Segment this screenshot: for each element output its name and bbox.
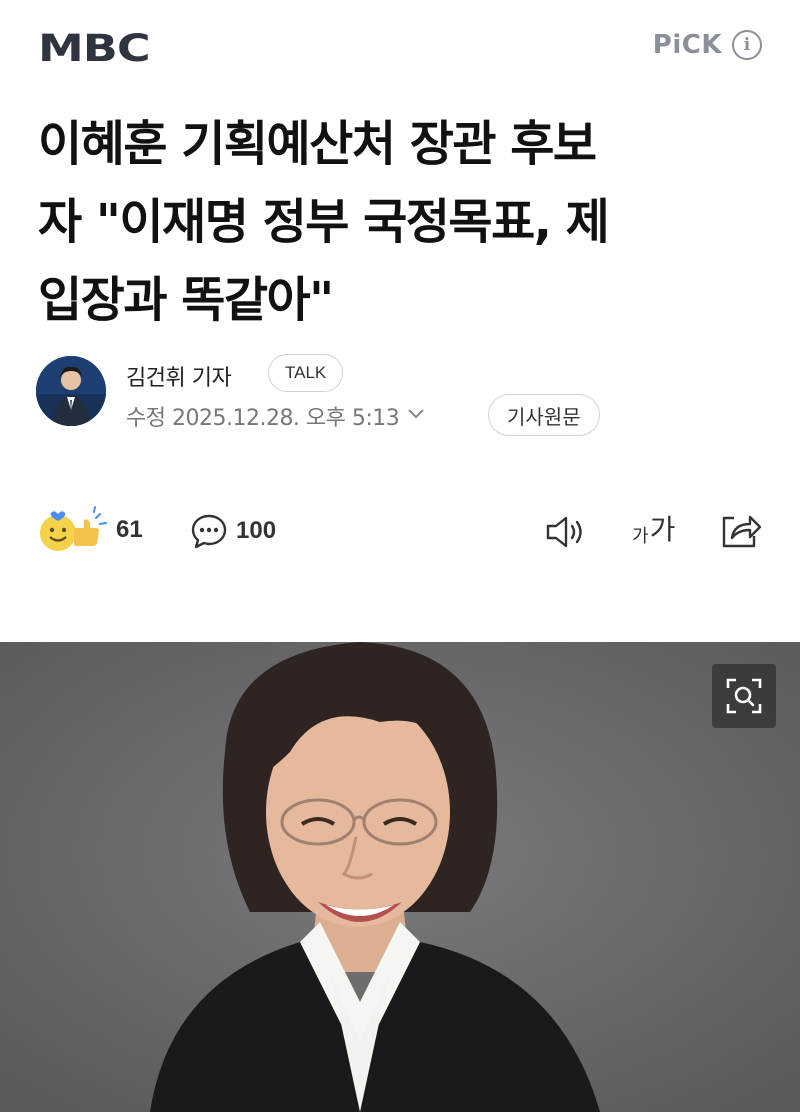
font-size-large-label: 가 (649, 513, 676, 546)
date-toggle[interactable]: 수정 2025.12.28. 오후 5:13 (126, 400, 425, 432)
reaction-icon (40, 506, 107, 551)
speaker-button[interactable] (544, 512, 588, 556)
font-size-button[interactable]: 가 가 (632, 508, 676, 548)
portrait-image (0, 642, 800, 1112)
headline-line: 자 "이재명 정부 국정목표, 제 (38, 194, 610, 250)
zoom-icon (726, 678, 762, 714)
action-bar: 61 100 가 가 (36, 506, 766, 558)
article-photo[interactable] (0, 642, 800, 1112)
pick-badge[interactable]: PiCK i (653, 30, 762, 60)
speaker-icon (546, 516, 582, 548)
font-size-small-label: 가 (632, 526, 649, 547)
share-button[interactable] (718, 508, 762, 554)
comment-icon (191, 514, 227, 549)
top-bar: MBC PiCK i (0, 0, 800, 100)
reaction-button[interactable]: 61 (36, 506, 143, 554)
byline: 김건휘 기자 TALK 수정 2025.12.28. 오후 5:13 기사원문 (36, 354, 766, 436)
original-article-button[interactable]: 기사원문 (488, 394, 600, 436)
article-date: 수정 2025.12.28. 오후 5:13 (126, 406, 400, 431)
share-icon (722, 515, 762, 548)
reporter-avatar[interactable] (36, 356, 106, 426)
comment-count: 100 (236, 517, 277, 544)
reaction-count: 61 (116, 516, 143, 543)
info-icon[interactable]: i (732, 30, 762, 60)
comment-button[interactable]: 100 (190, 512, 276, 550)
reporter-name[interactable]: 김건휘 기자 (126, 360, 232, 392)
headline-line: 이혜훈 기획예산처 장관 후보 (38, 116, 597, 172)
mbc-logo[interactable]: MBC (38, 28, 164, 67)
chevron-down-icon (407, 404, 425, 425)
headline-line: 입장과 똑같아" (38, 272, 334, 328)
zoom-button[interactable] (712, 664, 776, 728)
pick-label: PiCK (652, 30, 722, 60)
article-headline: 이혜훈 기획예산처 장관 후보 자 "이재명 정부 국정목표, 제 입장과 똑같… (38, 105, 758, 339)
talk-button[interactable]: TALK (268, 354, 344, 392)
